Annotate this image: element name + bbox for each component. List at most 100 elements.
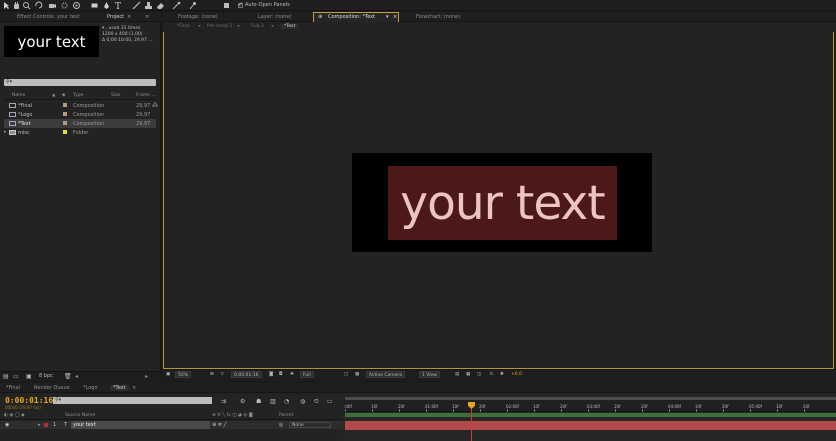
mask-visibility-icon[interactable]: ⌑ — [221, 371, 228, 378]
timeline-search-input[interactable]: ⚲▾ — [53, 397, 212, 404]
exposure-icon[interactable]: ✺ — [500, 371, 507, 378]
auto-open-panels-option[interactable]: Auto-Open Panels — [238, 1, 290, 8]
rectangle-tool-icon[interactable] — [90, 1, 99, 10]
tab-final[interactable]: *Final — [6, 385, 20, 391]
tab-close-icon[interactable]: × — [127, 14, 131, 20]
flowchart-view-icon[interactable]: ⁂ — [489, 371, 496, 378]
new-folder-icon[interactable]: ▭ — [13, 373, 19, 380]
selection-tool-icon[interactable] — [2, 1, 11, 10]
bit-depth-button[interactable]: 8 bpc — [39, 373, 53, 379]
current-time-display[interactable]: 0:00:01:16 — [231, 371, 262, 378]
color-channels-icon[interactable]: ☘ — [290, 371, 297, 378]
show-snapshot-icon[interactable]: ◘ — [279, 371, 286, 378]
rotation-tool-icon[interactable] — [34, 1, 43, 10]
puppet-tool-icon[interactable] — [188, 1, 197, 10]
col-frame-rate[interactable]: Frame ... — [136, 93, 156, 98]
breadcrumb-item[interactable]: Pre-comp 1 — [207, 24, 233, 29]
eraser-tool-icon[interactable] — [156, 1, 165, 10]
roto-brush-tool-icon[interactable] — [172, 1, 181, 10]
3d-view-select[interactable]: Active Camera — [366, 371, 406, 378]
type-tool-icon[interactable]: T — [114, 1, 123, 10]
graph-editor-icon[interactable]: ◍ — [300, 398, 305, 405]
expand-arrow-icon[interactable]: ▸ — [4, 129, 7, 135]
playhead-line[interactable] — [471, 404, 472, 441]
breadcrumb-item[interactable]: *Final — [177, 24, 190, 29]
resolution-select[interactable]: Full — [300, 371, 314, 378]
render-preview-icon[interactable]: ▭ — [327, 398, 333, 405]
new-composition-icon[interactable]: ▣ — [26, 373, 32, 380]
region-of-interest-icon[interactable]: ▢ — [344, 371, 351, 378]
tab-logo[interactable]: *Logo — [83, 385, 98, 391]
pen-tool-icon[interactable] — [102, 1, 111, 10]
tab-effect-controls[interactable]: Effect Controls: your text — [17, 14, 80, 20]
layer-switches-icon[interactable]: ⊕ ✲ ╱ — [212, 422, 227, 428]
auto-open-checkbox[interactable] — [238, 1, 243, 8]
brush-tool-icon[interactable] — [132, 1, 141, 10]
shy-layers-icon[interactable]: ☗ — [256, 398, 261, 405]
expand-layer-icon[interactable]: ▸ — [38, 422, 41, 428]
parent-select[interactable]: None — [289, 422, 331, 428]
safe-zones-icon[interactable]: ⊞ — [210, 371, 217, 378]
visibility-icon[interactable]: ◉ — [5, 422, 9, 428]
tab-text[interactable]: *Text — [110, 385, 129, 391]
lock-icon[interactable]: ⊕ — [318, 14, 322, 20]
project-search-input[interactable]: ⚲▾ — [4, 79, 156, 86]
workspace-icon[interactable] — [222, 1, 231, 10]
col-parent[interactable]: Parent — [279, 413, 293, 418]
magnification-select[interactable]: 50% — [175, 371, 192, 378]
hand-tool-icon[interactable] — [12, 1, 21, 10]
camera-tool-icon[interactable] — [48, 1, 57, 10]
col-name[interactable]: Name — [12, 93, 25, 98]
project-row-selected[interactable]: *Text Composition 29,97 — [4, 119, 156, 128]
tab-close-icon[interactable]: × — [393, 14, 397, 20]
zoom-tool-icon[interactable] — [22, 1, 31, 10]
layer-source-name[interactable]: your text — [71, 421, 210, 429]
tab-render-queue[interactable]: Render Queue — [34, 385, 70, 391]
frame-blending-icon[interactable]: ▥ — [270, 398, 276, 405]
snapshot-icon[interactable]: ◙ — [269, 371, 276, 378]
always-preview-icon[interactable]: ▣ — [166, 371, 173, 378]
project-row[interactable]: *Final Composition 29,97 — [4, 101, 156, 110]
flowchart-icon[interactable]: ⁂ — [152, 102, 158, 109]
composition-mini-flowchart-icon[interactable]: ⇉ — [221, 398, 226, 405]
scroll-right-icon[interactable]: ▸ — [145, 373, 148, 380]
fast-previews-icon[interactable]: ▦ — [466, 371, 473, 378]
tab-composition-menu-icon[interactable]: ▾ — [386, 14, 389, 20]
project-row[interactable]: ▸ misc Folder — [4, 128, 156, 137]
pan-behind-tool-icon[interactable] — [60, 1, 69, 10]
col-size[interactable]: Size — [111, 93, 120, 98]
sort-arrow-icon[interactable]: ▲ — [52, 93, 55, 98]
motion-blur-icon[interactable]: ◔ — [284, 398, 289, 405]
scroll-left-icon[interactable]: ◂ — [75, 373, 78, 380]
tab-layer[interactable]: Layer: (none) — [258, 14, 292, 20]
project-row[interactable]: *Logo Composition 29,97 — [4, 110, 156, 119]
timer-icon[interactable]: ⏲ — [314, 398, 319, 406]
layer-duration-bar[interactable] — [345, 421, 836, 430]
view-layout-select[interactable]: 1 View — [419, 371, 440, 378]
breadcrumb-item[interactable]: Sub 2 — [251, 24, 264, 29]
breadcrumb-item-current[interactable]: *Text — [281, 24, 299, 29]
label-swatch[interactable] — [63, 112, 67, 116]
tab-flowchart[interactable]: Flowchart: (none) — [416, 14, 460, 20]
label-col-icon[interactable]: ◆ — [62, 93, 65, 98]
pixel-aspect-icon[interactable]: ▤ — [455, 371, 462, 378]
timeline-toggle-icon[interactable]: ◫ — [477, 371, 484, 378]
pan-behind-anchor-icon[interactable] — [72, 1, 81, 10]
text-layer[interactable]: your text — [388, 166, 617, 240]
tab-project[interactable]: Project — [107, 14, 124, 20]
tab-composition[interactable]: ⊕ Composition: *Text ▾ × — [313, 12, 399, 22]
panel-menu-icon[interactable]: ≡ — [145, 14, 149, 20]
tab-footage[interactable]: Footage: (none) — [178, 14, 218, 20]
tab-close-icon[interactable]: × — [132, 385, 136, 391]
pickwhip-icon[interactable]: ◎ — [279, 422, 283, 428]
transparency-grid-icon[interactable]: ▩ — [355, 371, 362, 378]
interpret-footage-icon[interactable]: ▤ — [3, 373, 9, 380]
draft-3d-icon[interactable]: ⚙ — [240, 398, 245, 405]
timeline-current-time[interactable]: 0:00:01:16 — [5, 396, 53, 405]
layer-label-swatch[interactable] — [44, 423, 48, 427]
label-swatch[interactable] — [63, 130, 67, 134]
trash-icon[interactable]: 🗑 — [64, 373, 72, 380]
label-swatch[interactable] — [63, 121, 67, 125]
col-source-name[interactable]: Source Name — [65, 413, 95, 418]
label-swatch[interactable] — [63, 103, 67, 107]
